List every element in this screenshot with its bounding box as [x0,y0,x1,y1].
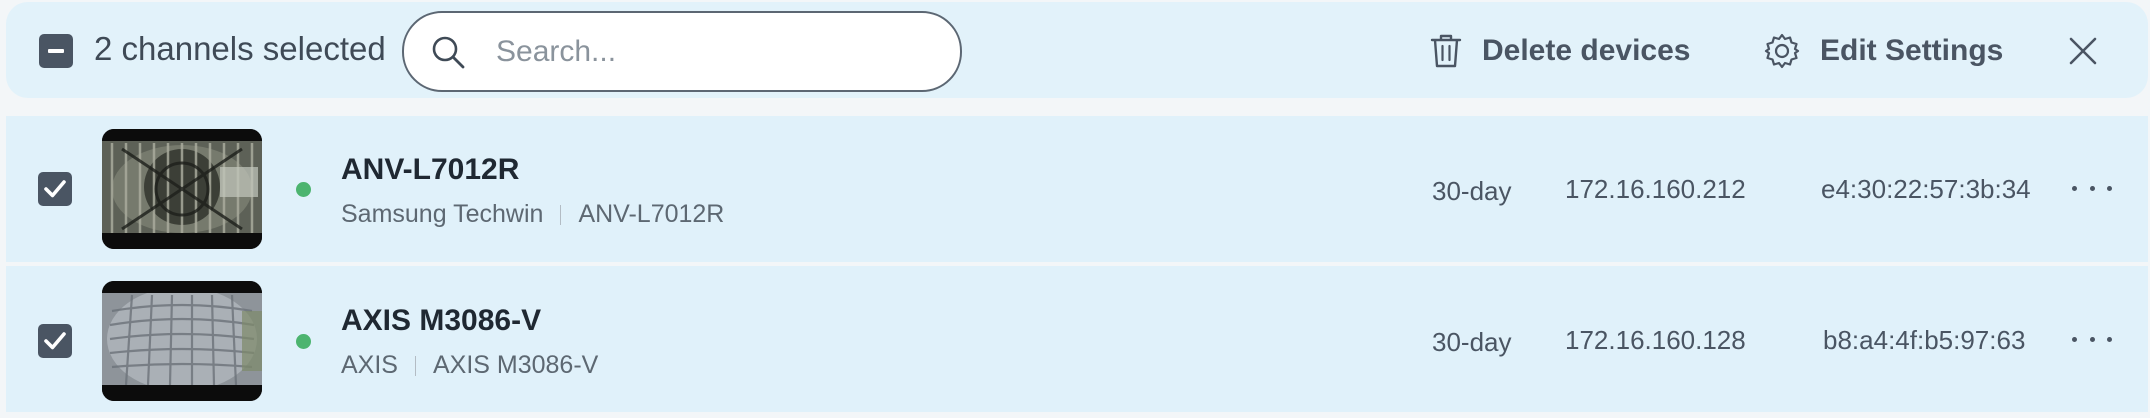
device-name: ANV-L7012R [341,153,520,186]
device-subtitle: AXIS AXIS M3086-V [341,351,598,380]
device-manufacturer: Samsung Techwin [341,200,544,228]
separator [414,355,416,376]
trash-icon [1430,34,1462,68]
separator [560,204,562,225]
search-icon [432,36,465,69]
delete-devices-button[interactable]: Delete devices [1430,28,1690,74]
search-input[interactable] [496,31,936,73]
device-model: AXIS M3086-V [432,351,599,379]
ip-address: 172.16.160.128 [1565,325,1746,355]
device-subtitle: Samsung Techwin ANV-L7012R [341,200,724,229]
status-online-indicator [296,182,311,197]
device-row[interactable]: ANV-L7012R Samsung Techwin ANV-L7012R 30… [6,116,2148,262]
device-model: ANV-L7012R [578,200,725,228]
device-manufacturer: AXIS [341,351,398,379]
checkbox-checked-icon [44,180,66,198]
close-icon[interactable] [2066,34,2100,68]
checkbox-checked-icon [44,332,66,350]
row-checkbox[interactable] [38,324,72,358]
camera-thumbnail [102,281,262,401]
delete-devices-label: Delete devices [1482,34,1691,67]
select-all-checkbox-indeterminate[interactable] [39,34,73,68]
retention-value: 30-day [1432,327,1512,357]
selection-toolbar: 2 channels selected Delete devices Edit … [6,2,2148,98]
device-name: AXIS M3086-V [341,304,542,337]
mac-address: e4:30:22:57:3b:34 [1821,174,2031,204]
edit-settings-label: Edit Settings [1820,34,2004,67]
edit-settings-button[interactable]: Edit Settings [1764,28,2003,74]
selection-count-label: 2 channels selected [94,30,386,67]
more-options-icon[interactable] [2072,329,2112,349]
device-row[interactable]: AXIS M3086-V AXIS AXIS M3086-V 30-day 17… [6,266,2148,412]
search-box[interactable] [402,11,962,92]
ip-address: 172.16.160.212 [1565,174,1746,204]
status-online-indicator [296,334,311,349]
gear-icon [1764,33,1800,69]
camera-thumbnail [102,129,262,249]
row-checkbox[interactable] [38,172,72,206]
more-options-icon[interactable] [2072,178,2112,198]
mac-address: b8:a4:4f:b5:97:63 [1823,325,2026,355]
retention-value: 30-day [1432,176,1512,206]
